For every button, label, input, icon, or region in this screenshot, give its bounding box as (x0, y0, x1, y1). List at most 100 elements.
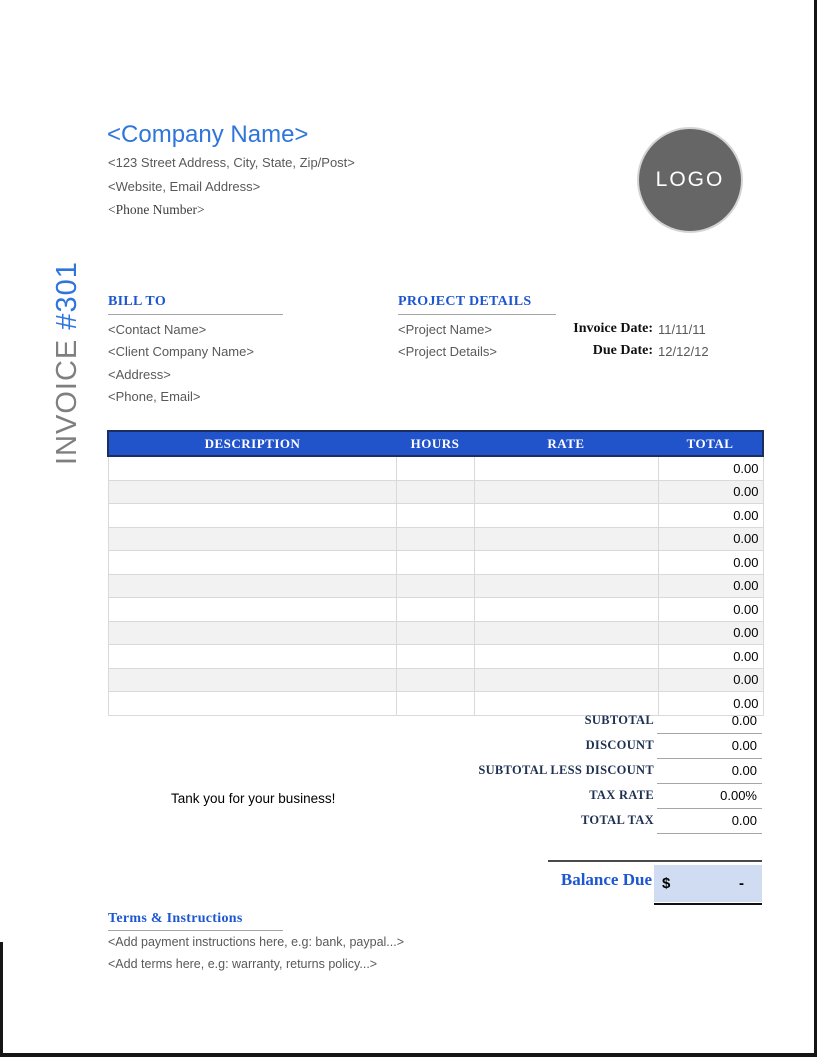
client-company-placeholder[interactable]: <Client Company Name> (108, 344, 254, 359)
balance-due-value: - (739, 875, 744, 892)
cell-description[interactable] (107, 644, 397, 669)
due-date-row: Due Date: 12/12/12 (420, 340, 762, 362)
street-address-placeholder[interactable]: <123 Street Address, City, State, Zip/Po… (108, 155, 355, 170)
cell-rate[interactable] (473, 620, 659, 645)
cell-hours[interactable] (395, 667, 475, 692)
balance-due-underline (654, 903, 762, 905)
column-header-total: TOTAL (658, 430, 764, 457)
currency-symbol: $ (662, 875, 671, 892)
balance-due-top-rule (548, 860, 762, 862)
table-row: 0.00 (107, 667, 764, 692)
discount-value[interactable]: 0.00 (657, 733, 762, 759)
cell-description[interactable] (107, 573, 397, 598)
cell-hours[interactable] (395, 620, 475, 645)
cell-description[interactable] (107, 455, 397, 481)
balance-due-label: Balance Due (560, 870, 652, 889)
cell-hours[interactable] (395, 597, 475, 622)
cell-total: 0.00 (657, 597, 764, 622)
subtotal-value: 0.00 (657, 708, 762, 734)
website-email-placeholder[interactable]: <Website, Email Address> (108, 179, 260, 194)
summary-row-total-tax: TOTAL TAX 0.00 (107, 808, 762, 834)
payment-instructions-placeholder[interactable]: <Add payment instructions here, e.g: ban… (108, 935, 404, 949)
column-header-hours: HOURS (396, 430, 474, 457)
logo-text: LOGO (655, 168, 725, 191)
table-row: 0.00 (107, 526, 764, 551)
cell-total: 0.00 (657, 526, 764, 551)
cell-rate[interactable] (473, 526, 659, 551)
total-tax-label: TOTAL TAX (581, 813, 654, 827)
cell-description[interactable] (107, 503, 397, 528)
due-date-value[interactable]: 12/12/12 (658, 344, 709, 359)
thank-you-note: Tank you for your business! (171, 791, 336, 806)
invoice-date-row: Invoice Date: 11/11/11 (420, 318, 762, 340)
terms-rule (108, 930, 283, 931)
summary-row-subtotal: SUBTOTAL 0.00 (107, 708, 762, 734)
cell-rate[interactable] (473, 597, 659, 622)
invoice-title-vertical: INVOICE #301 (48, 237, 86, 465)
table-row: 0.00 (107, 503, 764, 528)
invoice-number[interactable]: #301 (51, 261, 83, 330)
cell-hours[interactable] (395, 455, 475, 481)
cell-total: 0.00 (657, 667, 764, 692)
invoice-date-value[interactable]: 11/11/11 (658, 322, 706, 337)
table-row: 0.00 (107, 573, 764, 598)
summary-block: SUBTOTAL 0.00 DISCOUNT 0.00 SUBTOTAL LES… (107, 708, 762, 834)
cell-rate[interactable] (473, 644, 659, 669)
bill-to-heading: BILL TO (108, 294, 167, 309)
table-header-row: DESCRIPTION HOURS RATE TOTAL (107, 430, 764, 457)
table-row: 0.00 (107, 597, 764, 622)
company-name-placeholder[interactable]: <Company Name> (107, 121, 308, 149)
cell-rate[interactable] (473, 550, 659, 575)
project-details-rule (398, 314, 556, 315)
cell-hours[interactable] (395, 479, 475, 504)
subtotal-label: SUBTOTAL (584, 713, 654, 727)
cell-hours[interactable] (395, 526, 475, 551)
cell-description[interactable] (107, 667, 397, 692)
cell-description[interactable] (107, 620, 397, 645)
cell-total: 0.00 (657, 573, 764, 598)
company-logo: LOGO (637, 127, 743, 233)
invoice-date-label: Invoice Date: (573, 321, 653, 336)
cell-rate[interactable] (473, 479, 659, 504)
page-edge-left (0, 942, 3, 1057)
balance-due-amount-box: $ - (654, 865, 762, 902)
subtotal-less-discount-label: SUBTOTAL LESS DISCOUNT (478, 763, 654, 777)
invoice-word: INVOICE (51, 329, 83, 465)
cell-total: 0.00 (657, 455, 764, 481)
table-row: 0.00 (107, 644, 764, 669)
cell-rate[interactable] (473, 503, 659, 528)
cell-description[interactable] (107, 550, 397, 575)
cell-description[interactable] (107, 597, 397, 622)
discount-label: DISCOUNT (585, 738, 654, 752)
cell-hours[interactable] (395, 644, 475, 669)
cell-rate[interactable] (473, 455, 659, 481)
column-header-rate: RATE (474, 430, 658, 457)
table-row: 0.00 (107, 550, 764, 575)
cell-description[interactable] (107, 526, 397, 551)
cell-rate[interactable] (473, 573, 659, 598)
due-date-label: Due Date: (592, 343, 653, 358)
terms-heading: Terms & Instructions (108, 911, 243, 926)
cell-hours[interactable] (395, 573, 475, 598)
client-address-placeholder[interactable]: <Address> (108, 367, 171, 382)
page-edge-bottom (0, 1053, 817, 1057)
table-row: 0.00 (107, 479, 764, 504)
cell-rate[interactable] (473, 667, 659, 692)
table-row: 0.00 (107, 620, 764, 645)
terms-placeholder[interactable]: <Add terms here, e.g: warranty, returns … (108, 957, 377, 971)
cell-hours[interactable] (395, 550, 475, 575)
client-phone-email-placeholder[interactable]: <Phone, Email> (108, 389, 201, 404)
phone-number-placeholder[interactable]: <Phone Number> (108, 202, 205, 218)
cell-description[interactable] (107, 479, 397, 504)
invoice-page: <Company Name> <123 Street Address, City… (0, 0, 817, 1057)
subtotal-less-discount-value: 0.00 (657, 758, 762, 784)
tax-rate-value[interactable]: 0.00% (657, 783, 762, 809)
contact-name-placeholder[interactable]: <Contact Name> (108, 322, 206, 337)
project-details-heading: PROJECT DETAILS (398, 294, 532, 309)
cell-total: 0.00 (657, 503, 764, 528)
cell-hours[interactable] (395, 503, 475, 528)
total-tax-value: 0.00 (657, 808, 762, 834)
column-header-description: DESCRIPTION (107, 430, 396, 457)
line-items-table: DESCRIPTION HOURS RATE TOTAL 0.00 0.00 0… (107, 430, 764, 716)
cell-total: 0.00 (657, 550, 764, 575)
